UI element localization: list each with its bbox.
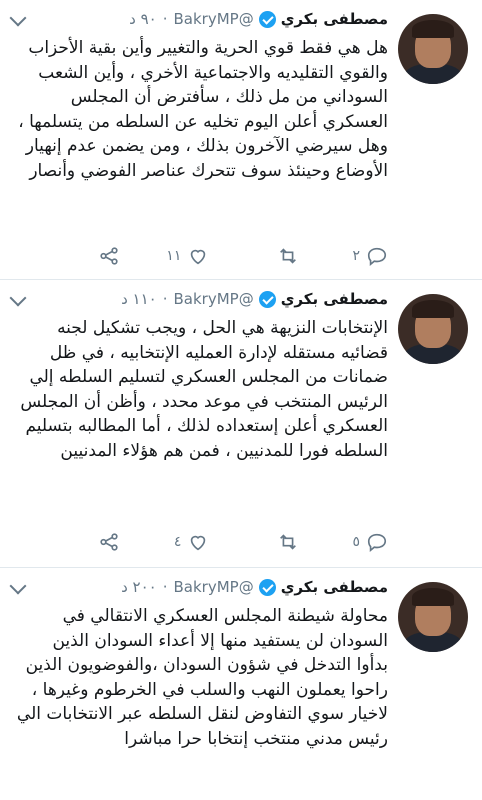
separator-dot: · (162, 578, 168, 596)
tweet-card[interactable]: مصطفى بكري @BakryMP · ٢٠٠ د محاولة شيطنة… (0, 568, 482, 800)
chevron-down-icon[interactable] (9, 577, 27, 595)
verified-badge-icon (258, 578, 276, 596)
retweet-button[interactable] (239, 245, 299, 267)
tweet-time[interactable]: ٢٠٠ د (121, 578, 157, 596)
like-count: ١١ (166, 248, 182, 264)
share-icon (100, 533, 118, 551)
avatar-hair (412, 588, 454, 606)
avatar-hair (412, 20, 454, 38)
share-icon (100, 247, 118, 265)
tweet-time[interactable]: ١١٠ د (121, 290, 157, 308)
avatar[interactable] (398, 294, 468, 364)
heart-icon (191, 535, 206, 551)
author-name[interactable]: مصطفى بكري (281, 578, 388, 596)
tweet-header: مصطفى بكري @BakryMP · ١١٠ د (9, 289, 388, 308)
tweet-header: مصطفى بكري @BakryMP · ٢٠٠ د (9, 577, 388, 596)
author-name[interactable]: مصطفى بكري (281, 290, 388, 308)
tweet-actions: ٥ ٤ (60, 528, 388, 556)
reply-count: ٢ (352, 248, 360, 264)
heart-icon (191, 249, 206, 265)
retweet-icon (279, 248, 296, 264)
reply-button[interactable]: ٢ (328, 245, 388, 267)
reply-icon (367, 247, 387, 267)
avatar-hair (412, 300, 454, 318)
like-button[interactable]: ١١ (149, 245, 209, 267)
verified-badge-icon (258, 290, 276, 308)
like-count: ٤ (173, 534, 182, 550)
tweet-actions: ٢ ١١ (60, 242, 388, 270)
tweet-text: هل هي فقط قوي الحرية والتغيير وأين بقية … (18, 38, 388, 181)
retweet-icon (279, 534, 296, 550)
author-handle[interactable]: @BakryMP (173, 10, 253, 28)
share-button[interactable] (60, 245, 120, 267)
avatar[interactable] (398, 14, 468, 84)
reply-count: ٥ (352, 534, 360, 550)
chevron-down-icon[interactable] (9, 289, 27, 307)
tweet-time[interactable]: ٩٠ د (129, 10, 157, 28)
author-handle[interactable]: @BakryMP (173, 578, 253, 596)
verified-badge-icon (258, 10, 276, 28)
reply-icon (367, 533, 387, 553)
chevron-down-icon[interactable] (9, 9, 27, 27)
separator-dot: · (162, 10, 168, 28)
reply-button[interactable]: ٥ (328, 531, 388, 553)
tweet-card[interactable]: مصطفى بكري @BakryMP · ٩٠ د هل هي فقط قوي… (0, 0, 482, 280)
retweet-button[interactable] (239, 531, 299, 553)
share-button[interactable] (60, 531, 120, 553)
tweet-text: محاولة شيطنة المجلس العسكري الانتقالي في… (16, 606, 388, 749)
tweet-header: مصطفى بكري @BakryMP · ٩٠ د (9, 9, 388, 28)
author-handle[interactable]: @BakryMP (173, 290, 253, 308)
tweet-text: الإنتخابات النزيهة هي الحل ، ويجب تشكيل … (20, 318, 388, 461)
author-name[interactable]: مصطفى بكري (281, 10, 388, 28)
like-button[interactable]: ٤ (149, 531, 209, 553)
tweet-card[interactable]: مصطفى بكري @BakryMP · ١١٠ د الإنتخابات ا… (0, 280, 482, 568)
avatar[interactable] (398, 582, 468, 652)
separator-dot: · (162, 290, 168, 308)
